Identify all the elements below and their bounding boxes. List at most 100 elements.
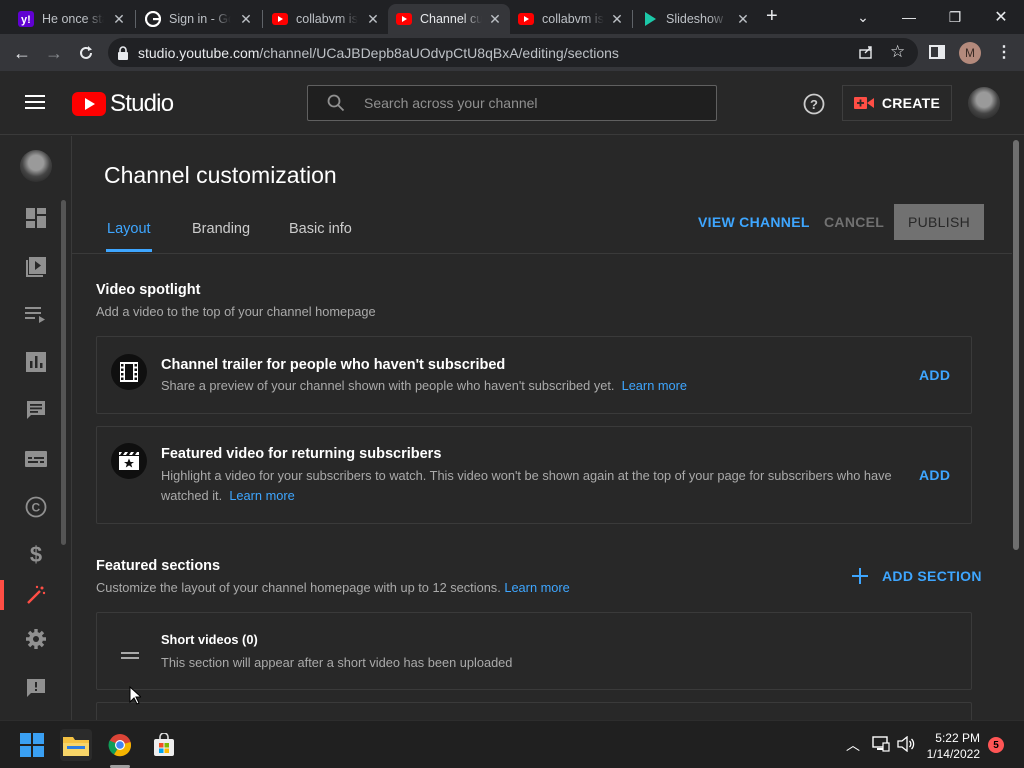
close-tab-icon[interactable]: ✕: [736, 11, 750, 28]
learn-more-link[interactable]: Learn more: [622, 378, 687, 393]
minimize-icon[interactable]: —: [886, 0, 932, 34]
tab-title: Channel customization: [420, 12, 482, 26]
learn-more-link[interactable]: Learn more: [229, 488, 294, 503]
drag-handle-icon[interactable]: [121, 647, 139, 665]
featured-sections-heading: Featured sections: [96, 558, 221, 574]
svg-text:y!: y!: [21, 14, 31, 26]
mouse-cursor-icon: [129, 685, 143, 710]
chrome-icon[interactable]: [104, 729, 136, 761]
logo-text: Studio: [110, 90, 174, 117]
browser-tab-collabvm-1[interactable]: collabvm is ✕: [264, 4, 388, 34]
close-tab-icon[interactable]: ✕: [488, 11, 502, 28]
clock-date: 1/14/2022: [926, 747, 980, 761]
close-tab-icon[interactable]: ✕: [112, 11, 126, 28]
add-section-label: ADD SECTION: [882, 568, 982, 584]
browser-tab-google[interactable]: Sign in - Google ✕: [137, 4, 261, 34]
add-section-button[interactable]: ADD SECTION: [852, 568, 982, 584]
tab-basic-info[interactable]: Basic info: [289, 221, 352, 237]
studio-logo[interactable]: Studio: [72, 90, 174, 118]
view-channel-button[interactable]: VIEW CHANNEL: [698, 214, 810, 230]
browser-tab-channel-customization[interactable]: Channel customization ✕: [388, 4, 510, 34]
tab-title: collabvm is: [296, 12, 358, 26]
analytics-icon[interactable]: [23, 349, 49, 375]
copyright-icon[interactable]: C: [23, 494, 49, 520]
new-tab-button[interactable]: +: [766, 5, 778, 28]
volume-icon[interactable]: [897, 735, 915, 757]
restore-icon[interactable]: ❐: [932, 0, 978, 34]
svg-text:C: C: [32, 501, 41, 515]
create-button[interactable]: CREATE: [842, 85, 952, 121]
youtube-icon: [518, 11, 534, 27]
learn-more-link[interactable]: Learn more: [504, 580, 569, 595]
settings-gear-icon[interactable]: [23, 626, 49, 652]
content-icon[interactable]: [23, 254, 49, 280]
customization-wand-icon[interactable]: [23, 584, 49, 606]
back-button[interactable]: ←: [8, 39, 36, 67]
side-panel-icon[interactable]: [929, 44, 945, 65]
featured-video-title: Featured video for returning subscribers: [161, 446, 442, 462]
active-item-indicator: [0, 580, 4, 610]
start-windows-icon[interactable]: [16, 729, 48, 761]
close-window-icon[interactable]: ✕: [978, 0, 1024, 34]
google-icon: [145, 11, 161, 27]
store-bag-icon[interactable]: [148, 729, 180, 761]
dashboard-icon[interactable]: [23, 205, 49, 231]
tab-layout[interactable]: Layout: [107, 221, 151, 237]
forward-button[interactable]: →: [40, 39, 68, 67]
browser-tab-collabvm-2[interactable]: collabvm is ✕: [510, 4, 632, 34]
browser-tab-strip: y! He once stated ✕ Sign in - Google ✕ c…: [0, 0, 1024, 34]
profile-avatar[interactable]: M: [959, 42, 981, 64]
tab-branding[interactable]: Branding: [192, 221, 250, 237]
tab-search-icon[interactable]: ⌄: [840, 0, 886, 34]
youtube-icon: [396, 11, 412, 27]
publish-button[interactable]: PUBLISH: [894, 204, 984, 240]
browser-tab-slideshow[interactable]: Slideshow ✕: [634, 4, 758, 34]
tab-separator: [262, 10, 263, 28]
browser-menu-icon[interactable]: ⋮: [996, 42, 1012, 62]
channel-avatar[interactable]: [20, 150, 52, 182]
playlists-icon[interactable]: [23, 302, 49, 328]
feedback-icon[interactable]: [23, 675, 49, 701]
clock-time: 5:22 PM: [935, 731, 980, 745]
hamburger-menu-icon[interactable]: [25, 95, 45, 115]
share-icon[interactable]: [858, 44, 874, 63]
close-tab-icon[interactable]: ✕: [610, 11, 624, 28]
close-tab-icon[interactable]: ✕: [366, 11, 380, 28]
file-explorer-folder-icon[interactable]: [60, 729, 92, 761]
lock-icon: [108, 45, 138, 60]
bookmark-star-icon[interactable]: ☆: [890, 42, 905, 62]
help-icon[interactable]: ?: [803, 93, 825, 120]
tab-title: collabvm is: [542, 12, 604, 26]
account-avatar[interactable]: [968, 87, 1000, 119]
cancel-button[interactable]: CANCEL: [824, 214, 884, 230]
browser-toolbar: ← → studio.youtube.com/channel/UCaJBDepb…: [0, 34, 1024, 71]
comments-icon[interactable]: [23, 397, 49, 423]
tab-title: He once stated: [42, 12, 104, 26]
description-text: Share a preview of your channel shown wi…: [161, 378, 615, 393]
svg-text:?: ?: [810, 97, 818, 112]
add-trailer-button[interactable]: ADD: [919, 367, 950, 383]
reload-button[interactable]: [72, 39, 100, 67]
search-box[interactable]: Search across your channel: [307, 85, 717, 121]
create-label: CREATE: [881, 95, 941, 111]
search-input[interactable]: Search across your channel: [364, 95, 538, 111]
video-spotlight-subheading: Add a video to the top of your channel h…: [96, 304, 376, 319]
main-scrollbar[interactable]: [1013, 140, 1019, 550]
taskbar-clock[interactable]: 5:22 PM 1/14/2022: [927, 730, 980, 762]
video-spotlight-heading: Video spotlight: [96, 282, 201, 298]
reload-icon: [80, 46, 92, 59]
sidebar-scrollbar[interactable]: [61, 200, 66, 545]
tray-chevron-up-icon[interactable]: ︿: [846, 735, 860, 755]
yahoo-icon: y!: [18, 11, 34, 27]
close-tab-icon[interactable]: ✕: [239, 11, 253, 28]
subtitles-icon[interactable]: [23, 446, 49, 472]
address-bar[interactable]: studio.youtube.com/channel/UCaJBDepb8aUO…: [108, 38, 918, 67]
notification-badge[interactable]: 5: [988, 737, 1004, 753]
description-text: watched it.: [161, 488, 223, 503]
monetization-dollar-icon[interactable]: $: [23, 542, 49, 568]
film-strip-icon: [111, 354, 147, 390]
network-icon[interactable]: [872, 736, 890, 757]
browser-tab-yahoo[interactable]: y! He once stated ✕: [10, 4, 134, 34]
add-featured-video-button[interactable]: ADD: [919, 467, 950, 483]
url-path: /channel/UCaJBDepb8aUOdvpCtU8qBxA/editin…: [259, 44, 619, 61]
